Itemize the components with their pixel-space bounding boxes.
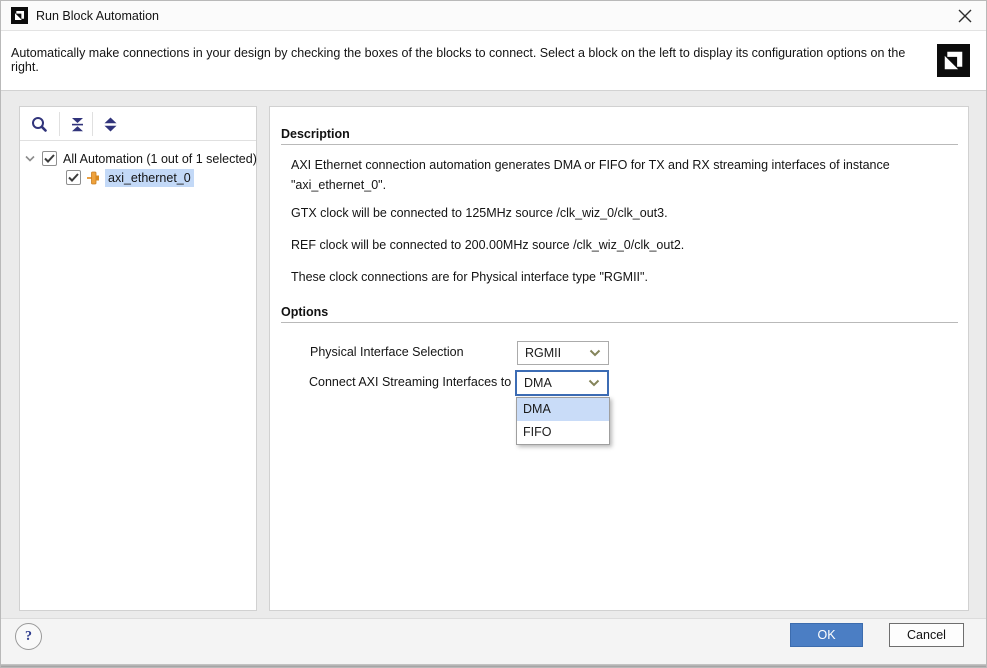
search-icon[interactable]: [27, 112, 51, 136]
chevron-down-icon[interactable]: [24, 155, 36, 162]
xilinx-app-icon: [11, 7, 28, 24]
expand-all-icon[interactable]: [98, 112, 122, 136]
chevron-down-icon: [588, 379, 600, 387]
description-paragraph: These clock connections are for Physical…: [291, 270, 648, 284]
dropdown-option-dma[interactable]: DMA: [517, 398, 609, 421]
tree-row-all-automation[interactable]: All Automation (1 out of 1 selected): [24, 149, 257, 168]
instruction-text: Automatically make connections in your d…: [11, 46, 906, 74]
help-button[interactable]: ?: [15, 623, 42, 650]
description-paragraph: REF clock will be connected to 200.00MHz…: [291, 238, 685, 252]
tree-label-axi-ethernet[interactable]: axi_ethernet_0: [105, 168, 194, 187]
ok-button[interactable]: OK: [790, 623, 863, 647]
axi-ethernet-checkbox[interactable]: [66, 170, 81, 185]
connect-axi-streaming-select[interactable]: DMA: [515, 370, 609, 396]
configuration-panel: Description AXI Ethernet connection auto…: [269, 106, 969, 611]
tree-label-all-automation[interactable]: All Automation (1 out of 1 selected): [63, 152, 257, 166]
physical-interface-label: Physical Interface Selection: [310, 345, 464, 359]
cancel-button[interactable]: Cancel: [889, 623, 964, 647]
tree-row-axi-ethernet[interactable]: axi_ethernet_0: [66, 168, 194, 187]
chevron-down-icon: [589, 349, 601, 357]
physical-interface-value: RGMII: [525, 346, 562, 360]
dropdown-option-fifo[interactable]: FIFO: [517, 421, 609, 444]
title-bar: Run Block Automation: [1, 1, 986, 31]
amd-xilinx-logo: [937, 44, 970, 77]
section-divider: [281, 322, 958, 323]
description-paragraph: GTX clock will be connected to 125MHz so…: [291, 206, 668, 220]
dropdown-popup: DMA FIFO: [516, 397, 610, 445]
dialog-body: All Automation (1 out of 1 selected) axi…: [1, 91, 986, 618]
collapse-all-icon[interactable]: [65, 112, 89, 136]
description-paragraph: AXI Ethernet connection automation gener…: [291, 158, 890, 192]
description-heading: Description: [281, 127, 350, 141]
window-bottom-edge: [1, 664, 986, 667]
run-block-automation-dialog: Run Block Automation Automatically make …: [0, 0, 987, 668]
toolbar-separator: [59, 112, 60, 136]
connect-axi-streaming-label: Connect AXI Streaming Interfaces to: [309, 375, 512, 389]
tree-toolbar: [20, 107, 256, 141]
dialog-title: Run Block Automation: [36, 8, 159, 23]
section-divider: [281, 144, 958, 145]
close-icon: [958, 9, 972, 23]
header-strip: Automatically make connections in your d…: [1, 32, 986, 91]
automation-tree-panel: All Automation (1 out of 1 selected) axi…: [19, 106, 257, 611]
ip-block-icon: [87, 171, 99, 184]
footer-bar: ? OK Cancel: [1, 618, 986, 665]
toolbar-separator: [92, 112, 93, 136]
physical-interface-select[interactable]: RGMII: [517, 341, 609, 365]
close-button[interactable]: [950, 3, 980, 29]
all-automation-checkbox[interactable]: [42, 151, 57, 166]
options-heading: Options: [281, 305, 329, 319]
connect-axi-streaming-value: DMA: [524, 376, 552, 390]
